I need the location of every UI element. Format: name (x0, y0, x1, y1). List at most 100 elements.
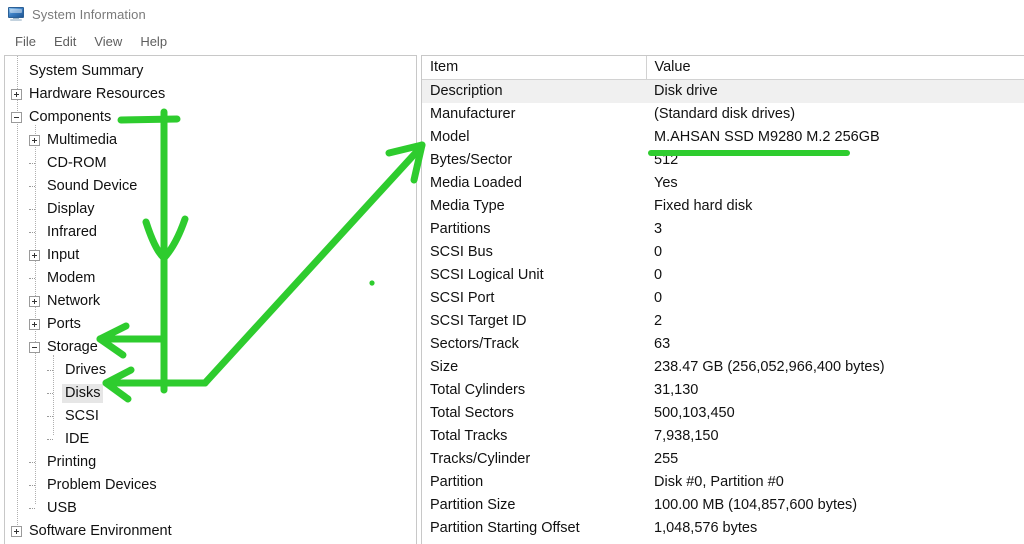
table-row[interactable]: Tracks/Cylinder 255 (422, 448, 1024, 471)
detail-item-name: Total Sectors (430, 405, 514, 421)
detail-item-value: 2 (654, 313, 663, 329)
tree-item-cd-rom[interactable]: CD-ROM (5, 152, 416, 175)
detail-item-name: Description (422, 79, 646, 103)
detail-item-name: Model (430, 129, 470, 145)
tree-leaf-connector-icon (29, 273, 40, 284)
tree-item-infrared[interactable]: Infrared (5, 221, 416, 244)
table-row[interactable]: Partition Starting Offset 1,048,576 bytes (422, 517, 1024, 540)
detail-item-name: Media Type (430, 198, 505, 214)
table-row[interactable]: SCSI Logical Unit 0 (422, 264, 1024, 287)
tree-item-printing[interactable]: Printing (5, 451, 416, 474)
collapse-minus-icon[interactable] (29, 342, 40, 353)
tree-item-label: Disks (62, 384, 104, 403)
tree-item-storage[interactable]: Storage (5, 336, 416, 359)
tree-item-ide[interactable]: IDE (5, 428, 416, 451)
tree-item-label: System Summary (29, 63, 144, 79)
tree-item-scsi[interactable]: SCSI (5, 405, 416, 428)
tree-leaf-connector-icon (47, 434, 58, 445)
table-row[interactable]: Total Cylinders 31,130 (422, 379, 1024, 402)
column-header-value[interactable]: Value (646, 56, 1024, 80)
expand-plus-icon[interactable] (11, 89, 22, 100)
tree-item-input[interactable]: Input (5, 244, 416, 267)
table-row[interactable]: Partition Size 100.00 MB (104,857,600 byt… (422, 494, 1024, 517)
expand-plus-icon[interactable] (29, 296, 40, 307)
tree-item-system-summary[interactable]: System Summary (5, 60, 416, 83)
table-row[interactable]: SCSI Port 0 (422, 287, 1024, 310)
tree-item-network[interactable]: Network (5, 290, 416, 313)
expand-plus-icon[interactable] (29, 250, 40, 261)
table-row[interactable]: Manufacturer (Standard disk drives) (422, 103, 1024, 126)
tree-item-label: Problem Devices (47, 477, 157, 493)
table-row[interactable]: Partition Disk #0, Partition #0 (422, 471, 1024, 494)
detail-panel[interactable]: Item Value Description Disk drive Manufact… (421, 55, 1024, 544)
tree-item-multimedia[interactable]: Multimedia (5, 129, 416, 152)
navigation-tree-panel[interactable]: System Summary Hardware Resources Componen… (4, 55, 417, 544)
tree-item-label: USB (47, 500, 77, 516)
table-row[interactable]: Partitions 3 (422, 218, 1024, 241)
table-row[interactable]: Bytes/Sector 512 (422, 149, 1024, 172)
tree-item-label: Components (29, 109, 112, 125)
table-header-row: Item Value (422, 56, 1024, 80)
detail-item-name: SCSI Bus (430, 244, 493, 260)
tree-item-drives[interactable]: Drives (5, 359, 416, 382)
title-bar: System Information (0, 0, 1024, 28)
expand-plus-icon[interactable] (29, 135, 40, 146)
expand-plus-icon[interactable] (29, 319, 40, 330)
tree-leaf-connector-icon (29, 457, 40, 468)
table-row[interactable]: Description Disk drive (422, 79, 1024, 103)
tree-item-sound-device[interactable]: Sound Device (5, 175, 416, 198)
tree-item-software-environment[interactable]: Software Environment (5, 520, 416, 543)
table-row[interactable]: SCSI Target ID 2 (422, 310, 1024, 333)
detail-item-name: Partition Size (430, 497, 516, 513)
tree-item-modem[interactable]: Modem (5, 267, 416, 290)
menu-item-file[interactable]: File (6, 31, 45, 52)
detail-item-name: Manufacturer (430, 106, 516, 122)
tree-item-label: SCSI (65, 408, 99, 424)
tree-item-label: Sound Device (47, 178, 138, 194)
tree-item-label: Hardware Resources (29, 86, 166, 102)
tree-item-problem-devices[interactable]: Problem Devices (5, 474, 416, 497)
menu-item-help[interactable]: Help (131, 31, 176, 52)
detail-item-value: 500,103,450 (654, 405, 735, 421)
table-row[interactable]: SCSI Bus 0 (422, 241, 1024, 264)
tree-leaf-connector-icon (29, 158, 40, 169)
tree-item-usb[interactable]: USB (5, 497, 416, 520)
tree-leaf-connector-icon (29, 503, 40, 514)
menu-item-view[interactable]: View (85, 31, 131, 52)
expand-plus-icon[interactable] (11, 526, 22, 537)
tree-item-label: CD-ROM (47, 155, 107, 171)
tree-item-label: Printing (47, 454, 97, 470)
table-row[interactable]: Media Loaded Yes (422, 172, 1024, 195)
detail-item-name: Partitions (430, 221, 491, 237)
tree-item-display[interactable]: Display (5, 198, 416, 221)
table-row[interactable]: Total Tracks 7,938,150 (422, 425, 1024, 448)
detail-item-value: 63 (654, 336, 671, 352)
detail-item-value: Yes (654, 175, 678, 191)
column-header-item[interactable]: Item (422, 56, 647, 80)
detail-item-value: 31,130 (654, 382, 699, 398)
tree-item-label: IDE (65, 431, 90, 447)
tree-item-label: Multimedia (47, 132, 118, 148)
tree-item-disks[interactable]: Disks (5, 382, 416, 405)
table-row[interactable]: Media Type Fixed hard disk (422, 195, 1024, 218)
table-row[interactable]: Total Sectors 500,103,450 (422, 402, 1024, 425)
table-row[interactable]: Model M.AHSAN SSD M9280 M.2 256GB (422, 126, 1024, 149)
tree-leaf-connector-icon (29, 181, 40, 192)
table-row[interactable]: Sectors/Track 63 (422, 333, 1024, 356)
detail-item-value: M.AHSAN SSD M9280 M.2 256GB (654, 129, 880, 145)
tree-item-hardware-resources[interactable]: Hardware Resources (5, 83, 416, 106)
collapse-minus-icon[interactable] (11, 112, 22, 123)
tree-item-ports[interactable]: Ports (5, 313, 416, 336)
detail-item-name: SCSI Logical Unit (430, 267, 544, 283)
tree-leaf-connector-icon (47, 388, 58, 399)
detail-item-name: Total Tracks (430, 428, 508, 444)
detail-item-name: Tracks/Cylinder (430, 451, 531, 467)
menu-item-edit[interactable]: Edit (45, 31, 85, 52)
navigation-tree: System Summary Hardware Resources Componen… (5, 56, 416, 543)
detail-item-value: 0 (654, 244, 663, 260)
tree-item-components[interactable]: Components (5, 106, 416, 129)
detail-item-value: 1,048,576 bytes (654, 520, 758, 536)
table-row[interactable]: Size 238.47 GB (256,052,966,400 bytes) (422, 356, 1024, 379)
detail-item-value: 0 (654, 290, 663, 306)
detail-item-name: Media Loaded (430, 175, 522, 191)
